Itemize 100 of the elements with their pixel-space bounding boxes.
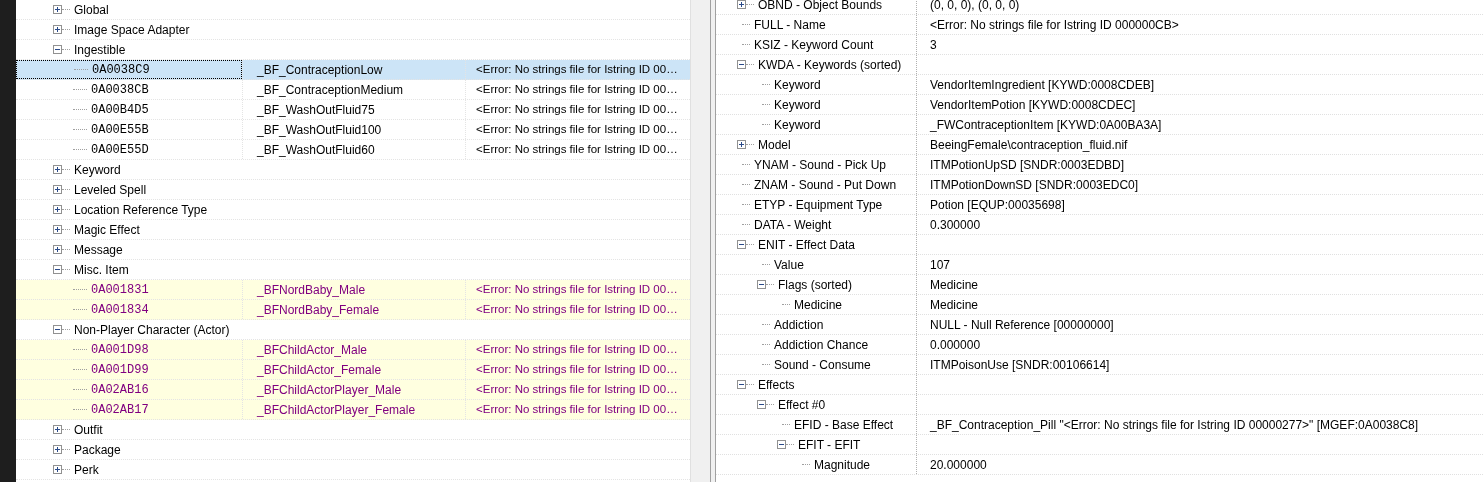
record-row[interactable]: 0A00E55D _BF_WashOutFluid60 <Error: No strings file for Istring ID 00… bbox=[16, 140, 690, 160]
field-value: 0.000000 bbox=[930, 337, 981, 352]
editor-id: _BF_WashOutFluid75 bbox=[257, 101, 375, 119]
expand-toggle[interactable] bbox=[53, 205, 62, 214]
tree-group-label[interactable]: Keyword bbox=[74, 160, 121, 179]
editor-id: _BF_WashOutFluid60 bbox=[257, 141, 375, 159]
record-name: <Error: No strings file for Istring ID 00… bbox=[476, 101, 678, 117]
tree-group-label[interactable]: Location Reference Type bbox=[74, 200, 208, 219]
record-row[interactable]: 0A0038C9 _BF_ContraceptionLow <Error: No strings file for Istring ID 00… bbox=[16, 60, 690, 80]
tree-group-label[interactable]: Global bbox=[74, 0, 109, 19]
collapse-toggle[interactable] bbox=[53, 265, 62, 274]
field-label[interactable]: ZNAM - Sound - Put Down bbox=[754, 175, 897, 194]
tree-group-label[interactable]: Perk bbox=[74, 460, 99, 479]
expand-toggle[interactable] bbox=[53, 445, 62, 454]
tree-group-label[interactable]: Misc. Item bbox=[74, 260, 129, 279]
record-row[interactable]: 0A001D98 _BFChildActor_Male <Error: No strings file for Istring ID 00… bbox=[16, 340, 690, 360]
expand-toggle[interactable] bbox=[737, 140, 746, 149]
field-value: 0.300000 bbox=[930, 217, 981, 232]
field-label[interactable]: EFID - Base Effect bbox=[794, 415, 894, 434]
field-label[interactable]: Addiction Chance bbox=[774, 335, 869, 354]
field-label[interactable]: KSIZ - Keyword Count bbox=[754, 35, 874, 54]
collapse-toggle[interactable] bbox=[53, 325, 62, 334]
expand-toggle[interactable] bbox=[53, 185, 62, 194]
tree-group-label[interactable]: Non-Player Character (Actor) bbox=[74, 320, 230, 339]
collapse-toggle[interactable] bbox=[757, 400, 766, 409]
field-value: ITMPotionUpSD [SNDR:0003EDBD] bbox=[930, 157, 1125, 172]
form-id: 0A00E55B bbox=[91, 121, 149, 139]
field-label[interactable]: ETYP - Equipment Type bbox=[754, 195, 883, 214]
editor-id: _BFNordBaby_Male bbox=[257, 281, 366, 299]
field-value: 20.000000 bbox=[930, 457, 987, 472]
form-id: 0A00E55D bbox=[91, 141, 149, 159]
collapse-toggle[interactable] bbox=[777, 440, 786, 449]
field-label[interactable]: Keyword bbox=[774, 115, 821, 134]
record-name: <Error: No strings file for Istring ID 00… bbox=[476, 381, 678, 397]
field-label[interactable]: Value bbox=[774, 255, 804, 274]
field-label[interactable]: Magnitude bbox=[814, 455, 871, 474]
expand-toggle[interactable] bbox=[53, 425, 62, 434]
record-row[interactable]: 0A0038CB _BF_ContraceptionMedium <Error: No strings file for Istring ID 00… bbox=[16, 80, 690, 100]
field-label[interactable]: Effects bbox=[758, 375, 795, 394]
field-value: VendorItemPotion [KYWD:0008CDEC] bbox=[930, 97, 1136, 112]
field-label[interactable]: Flags (sorted) bbox=[778, 275, 853, 294]
field-label[interactable]: EFIT - EFIT bbox=[798, 435, 861, 454]
field-label[interactable]: Effect #0 bbox=[778, 395, 826, 414]
field-label[interactable]: Addiction bbox=[774, 315, 824, 334]
tree-group-label[interactable]: Leveled Spell bbox=[74, 180, 147, 199]
field-value: Medicine bbox=[930, 297, 979, 312]
record-row[interactable]: 0A001834 _BFNordBaby_Female <Error: No strings file for Istring ID 00… bbox=[16, 300, 690, 320]
expand-toggle[interactable] bbox=[53, 245, 62, 254]
field-label[interactable]: ENIT - Effect Data bbox=[758, 235, 855, 254]
expand-toggle[interactable] bbox=[737, 0, 746, 9]
field-label[interactable]: Keyword bbox=[774, 95, 821, 114]
record-name: <Error: No strings file for Istring ID 00… bbox=[476, 301, 678, 317]
field-label[interactable]: Keyword bbox=[774, 75, 821, 94]
field-label[interactable]: KWDA - Keywords (sorted) bbox=[758, 55, 902, 74]
form-id: 0A0038C9 bbox=[92, 61, 150, 79]
tree-group-label[interactable]: Message bbox=[74, 240, 123, 259]
expand-toggle[interactable] bbox=[53, 465, 62, 474]
record-name: <Error: No strings file for Istring ID 00… bbox=[476, 361, 678, 377]
record-name: <Error: No strings file for Istring ID 00… bbox=[476, 281, 678, 297]
field-value: VendorItemIngredient [KYWD:0008CDEB] bbox=[930, 77, 1155, 92]
field-label[interactable]: DATA - Weight bbox=[754, 215, 832, 234]
tree-group-label[interactable]: Image Space Adapter bbox=[74, 20, 190, 39]
record-row[interactable]: 0A00B4D5 _BF_WashOutFluid75 <Error: No strings file for Istring ID 00… bbox=[16, 100, 690, 120]
form-id: 0A001834 bbox=[91, 301, 149, 319]
expand-toggle[interactable] bbox=[53, 5, 62, 14]
record-row[interactable]: 0A02AB17 _BFChildActorPlayer_Female <Error: No strings file for Istring ID 00… bbox=[16, 400, 690, 420]
tree-group-label[interactable]: Package bbox=[74, 440, 121, 459]
field-label[interactable]: FULL - Name bbox=[754, 15, 826, 34]
form-id: 0A02AB16 bbox=[91, 381, 149, 399]
record-name: <Error: No strings file for Istring ID 00… bbox=[476, 81, 678, 97]
form-id: 0A02AB17 bbox=[91, 401, 149, 419]
collapse-toggle[interactable] bbox=[737, 380, 746, 389]
editor-id: _BF_WashOutFluid100 bbox=[257, 121, 382, 139]
collapse-toggle[interactable] bbox=[53, 45, 62, 54]
expand-toggle[interactable] bbox=[53, 25, 62, 34]
editor-id: _BFNordBaby_Female bbox=[257, 301, 380, 319]
field-label[interactable]: YNAM - Sound - Pick Up bbox=[754, 155, 887, 174]
field-label[interactable]: Sound - Consume bbox=[774, 355, 871, 374]
editor-id: _BFChildActor_Male bbox=[257, 341, 368, 359]
collapse-toggle[interactable] bbox=[757, 280, 766, 289]
expand-toggle[interactable] bbox=[53, 165, 62, 174]
record-row[interactable]: 0A001D99 _BFChildActor_Female <Error: No strings file for Istring ID 00… bbox=[16, 360, 690, 380]
collapse-toggle[interactable] bbox=[737, 60, 746, 69]
field-label[interactable]: OBND - Object Bounds bbox=[758, 0, 883, 14]
record-row[interactable]: 0A00E55B _BF_WashOutFluid100 <Error: No strings file for Istring ID 00… bbox=[16, 120, 690, 140]
tree-group-label[interactable]: Outfit bbox=[74, 420, 103, 439]
record-name: <Error: No strings file for Istring ID 00… bbox=[476, 61, 678, 77]
editor-id: _BFChildActorPlayer_Male bbox=[257, 381, 402, 399]
collapse-toggle[interactable] bbox=[737, 240, 746, 249]
record-name: <Error: No strings file for Istring ID 00… bbox=[476, 341, 678, 357]
field-label[interactable]: Model bbox=[758, 135, 791, 154]
editor-id: _BFChildActorPlayer_Female bbox=[257, 401, 416, 419]
tree-group-label[interactable]: Magic Effect bbox=[74, 220, 140, 239]
tree-group-label[interactable]: Ingestible bbox=[74, 40, 126, 59]
field-label[interactable]: Medicine bbox=[794, 295, 843, 314]
editor-id: _BF_ContraceptionLow bbox=[257, 61, 383, 79]
expand-toggle[interactable] bbox=[53, 225, 62, 234]
record-row[interactable]: 0A02AB16 _BFChildActorPlayer_Male <Error: No strings file for Istring ID 00… bbox=[16, 380, 690, 400]
record-row[interactable]: 0A001831 _BFNordBaby_Male <Error: No strings file for Istring ID 00… bbox=[16, 280, 690, 300]
field-value: ITMPotionDownSD [SNDR:0003EDC0] bbox=[930, 177, 1139, 192]
